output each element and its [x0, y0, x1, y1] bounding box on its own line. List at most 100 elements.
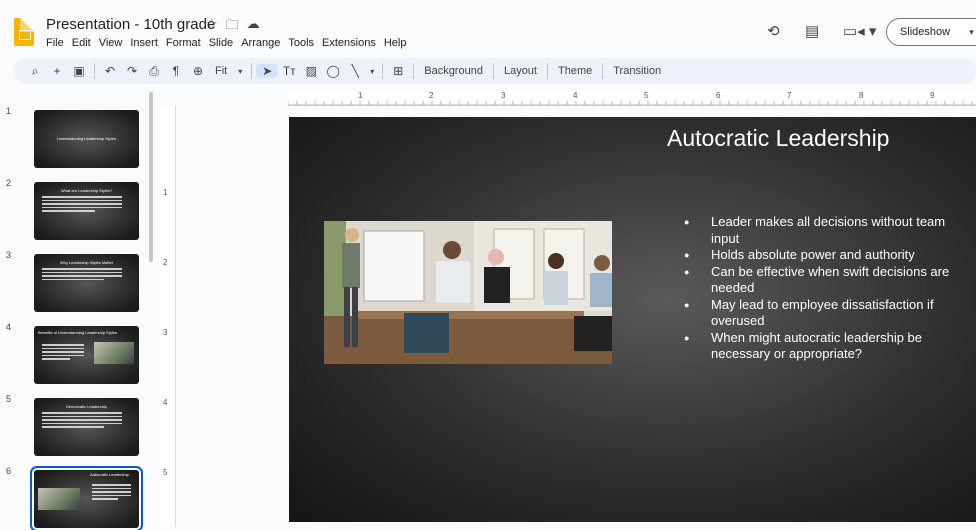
text-box-icon[interactable]: Tт [278, 64, 300, 78]
ruler-label: 1 [163, 188, 168, 197]
vertical-ruler: 1 2 3 4 5 [160, 106, 176, 527]
menu-bar: File Edit View Insert Format Slide Arran… [46, 37, 406, 49]
app-header: Presentation - 10th grade ☆ 🗀 ☁ File Edi… [0, 0, 976, 56]
ruler-label: 5 [163, 468, 168, 477]
slide-thumbnail[interactable]: Democratic Leadership [34, 398, 139, 456]
slide-thumbnail-row[interactable]: 2 What are Leadership Styles? [0, 178, 150, 242]
menu-extensions[interactable]: Extensions [322, 37, 376, 49]
slide-filmstrip: 1 Understanding Leadership Styles 2 What… [0, 90, 160, 530]
thumbnail-title: Autocratic Leadership [90, 472, 129, 477]
version-history-icon[interactable]: ⟲ [767, 22, 780, 40]
toolbar-divider [546, 63, 548, 79]
toolbar-divider [382, 63, 384, 79]
slideshow-button[interactable]: Slideshow [886, 18, 964, 46]
menu-tools[interactable]: Tools [288, 37, 314, 49]
slide-thumbnail-row[interactable]: 3 Why Leadership Styles Matter [0, 250, 150, 314]
bullet-item: Holds absolute power and authority [684, 247, 976, 264]
slide-thumbnail-row[interactable]: 4 Benefits of Understanding Leadership S… [0, 322, 150, 386]
slide-thumbnail-selected[interactable]: Autocratic Leadership [30, 466, 143, 530]
shape-icon[interactable]: ◯ [322, 64, 344, 78]
paint-format-icon[interactable]: ¶ [165, 64, 187, 78]
redo-icon[interactable]: ↷ [121, 64, 143, 78]
slides-logo-icon[interactable] [14, 18, 34, 46]
zoom-icon[interactable]: ⊕ [187, 64, 209, 78]
slide-layout-icon[interactable]: ▣ [68, 64, 90, 78]
slide-number: 3 [6, 250, 12, 260]
star-icon[interactable]: ☆ [206, 16, 218, 38]
meeting-photo-illustration [324, 221, 612, 364]
toolbar-divider [602, 63, 604, 79]
menu-edit[interactable]: Edit [72, 37, 91, 49]
meet-video-icon[interactable]: ▭◂ ▾ [843, 22, 876, 40]
slide-number: 1 [6, 106, 12, 116]
slide-number: 5 [6, 394, 12, 404]
ruler-label: 4 [573, 91, 578, 100]
background-button[interactable]: Background [418, 65, 489, 77]
zoom-dropdown-icon[interactable]: ▾ [233, 67, 247, 76]
ruler-label: 2 [429, 91, 434, 100]
toolbar: ⌕ + ▣ ↶ ↷ ⎙ ¶ ⊕ Fit ▾ ➤ Tт ▨ ◯ ╲ ▾ ⊞ Bac… [14, 58, 976, 84]
slideshow-dropdown-icon[interactable]: ▾ [962, 18, 976, 46]
filmstrip-scrollbar[interactable] [149, 92, 153, 262]
move-folder-icon[interactable]: 🗀 [226, 16, 239, 38]
thumbnail-title: Why Leadership Styles Matter [59, 260, 114, 265]
select-cursor-icon[interactable]: ➤ [256, 64, 279, 78]
slide-thumbnail-row[interactable]: 6 Autocratic Leadership [0, 466, 150, 530]
menu-slide[interactable]: Slide [209, 37, 233, 49]
slide-thumbnail[interactable]: Why Leadership Styles Matter [34, 254, 139, 312]
meeting-photo[interactable] [324, 221, 612, 364]
current-slide[interactable]: Autocratic Leadership ● Leader makes all… [289, 117, 976, 522]
toolbar-divider [251, 63, 253, 79]
slide-number: 6 [6, 466, 12, 476]
title-actions: ☆ 🗀 ☁ [206, 16, 260, 38]
ruler-label: 7 [787, 91, 792, 100]
slide-number: 2 [6, 178, 12, 188]
slide-thumbnail-row[interactable]: 5 Democratic Leadership [0, 394, 150, 458]
slide-thumbnail[interactable]: What are Leadership Styles? [34, 182, 139, 240]
ruler-ticks [288, 101, 976, 106]
layout-button[interactable]: Layout [498, 65, 543, 77]
menu-format[interactable]: Format [166, 37, 201, 49]
slide-title[interactable]: Autocratic Leadership [667, 125, 889, 152]
line-dropdown-icon[interactable]: ▾ [366, 67, 378, 76]
insert-comment-icon[interactable]: ⊞ [387, 64, 409, 78]
theme-button[interactable]: Theme [552, 65, 598, 77]
image-icon[interactable]: ▨ [300, 64, 322, 78]
slide-thumbnail[interactable]: Understanding Leadership Styles [34, 110, 139, 168]
slide-thumbnail[interactable]: Benefits of Understanding Leadership Sty… [34, 326, 139, 384]
thumbnail-title: Benefits of Understanding Leadership Sty… [38, 330, 117, 335]
slide-number: 4 [6, 322, 12, 332]
slide-bullet-list[interactable]: Leader makes all decisions without team … [684, 214, 976, 363]
ruler-label: 6 [716, 91, 721, 100]
menu-file[interactable]: File [46, 37, 64, 49]
menu-view[interactable]: View [99, 37, 123, 49]
document-title[interactable]: Presentation - 10th grade [46, 16, 215, 33]
slide-thumbnail-row[interactable]: 1 Understanding Leadership Styles [0, 106, 150, 170]
menu-help[interactable]: Help [384, 37, 407, 49]
horizontal-ruler: 1 2 3 4 5 6 7 8 9 [288, 90, 976, 106]
thumbnail-bullets [42, 412, 131, 430]
bullet-item: May lead to employee dissatisfaction if … [684, 297, 976, 330]
menu-arrange[interactable]: Arrange [241, 37, 280, 49]
line-icon[interactable]: ╲ [344, 64, 366, 78]
ruler-label: 3 [501, 91, 506, 100]
print-icon[interactable]: ⎙ [143, 64, 165, 79]
toolbar-divider [413, 63, 415, 79]
bullet-item: Leader makes all decisions without team … [684, 214, 976, 247]
new-slide-icon[interactable]: + [46, 64, 68, 78]
comments-icon[interactable]: ▤ [805, 22, 819, 40]
ruler-label: 8 [859, 91, 864, 100]
thumbnail-image [94, 342, 134, 364]
undo-icon[interactable]: ↶ [99, 64, 121, 78]
ruler-label: 3 [163, 328, 168, 337]
transition-button[interactable]: Transition [607, 65, 667, 77]
thumbnail-bullets [42, 196, 131, 214]
menu-insert[interactable]: Insert [130, 37, 158, 49]
zoom-select[interactable]: Fit [209, 65, 233, 77]
search-menus-icon[interactable]: ⌕ [24, 64, 46, 79]
cloud-status-icon[interactable]: ☁ [247, 16, 260, 38]
toolbar-divider [94, 63, 95, 79]
ruler-label: 4 [163, 398, 168, 407]
bullet-item: When might autocratic leadership be nece… [684, 330, 976, 363]
thumbnail-title: Understanding Leadership Styles [57, 136, 116, 141]
